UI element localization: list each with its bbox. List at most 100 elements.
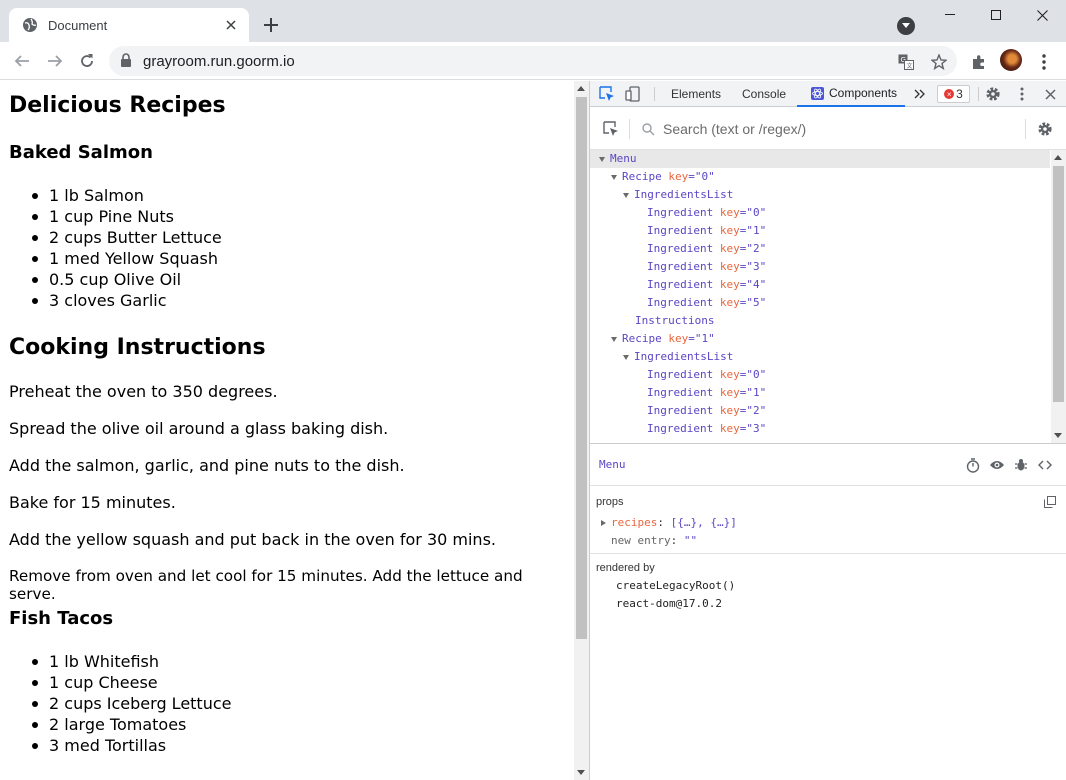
inspect-element-icon[interactable] <box>598 85 616 103</box>
scroll-thumb[interactable] <box>1053 166 1064 402</box>
recipe-title-1: Baked Salmon <box>9 142 153 163</box>
tab-search-icon[interactable] <box>897 17 915 35</box>
tree-node-recipe[interactable]: Recipe key="1" <box>590 330 1050 348</box>
minimize-icon[interactable] <box>927 0 973 30</box>
tab-strip: Document <box>0 0 1066 42</box>
error-count-badge[interactable]: × 3 <box>937 85 970 103</box>
devtools-more-icon[interactable] <box>1013 85 1031 103</box>
close-tab-icon[interactable] <box>223 17 239 33</box>
component-settings-gear-icon[interactable] <box>1036 120 1054 138</box>
divider <box>1025 119 1026 139</box>
view-source-icon[interactable] <box>1037 457 1053 473</box>
reload-icon[interactable] <box>77 51 97 71</box>
instruction-step: Preheat the oven to 350 degrees. <box>9 382 278 401</box>
tab-console[interactable]: Console <box>742 81 786 107</box>
instruction-step: Bake for 15 minutes. <box>9 493 176 512</box>
maximize-icon[interactable] <box>973 0 1019 30</box>
list-item: 1 med Yellow Squash <box>32 248 222 269</box>
expand-triangle-icon[interactable] <box>611 336 617 342</box>
eye-icon[interactable] <box>989 457 1005 473</box>
scroll-down-arrow-icon[interactable] <box>577 770 585 775</box>
recipe-title-2: Fish Tacos <box>9 608 114 629</box>
instruction-step: Add the salmon, garlic, and pine nuts to… <box>9 456 405 475</box>
expand-triangle-icon[interactable] <box>623 354 629 360</box>
tree-node-ingredient[interactable]: Ingredient key="5" <box>590 294 1050 312</box>
tree-scrollbar[interactable] <box>1051 150 1066 443</box>
ingredient-list-1: 1 lb Salmon 1 cup Pine Nuts 2 cups Butte… <box>32 185 222 311</box>
new-tab-icon[interactable] <box>261 15 281 35</box>
tree-node-menu[interactable]: Menu <box>590 150 1050 168</box>
page-scrollbar[interactable] <box>574 81 589 780</box>
expand-triangle-icon[interactable] <box>601 520 606 526</box>
ingredient-list-2: 1 lb Whitefish 1 cup Cheese 2 cups Icebe… <box>31 651 232 756</box>
tree-node-recipe[interactable]: Recipe key="0" <box>590 168 1050 186</box>
expand-triangle-icon[interactable] <box>611 174 617 180</box>
tab-title: Document <box>48 17 108 33</box>
scroll-up-arrow-icon[interactable] <box>1054 155 1062 160</box>
translate-icon[interactable]: G文 <box>897 53 915 71</box>
tab-elements[interactable]: Elements <box>671 81 721 107</box>
list-item: 2 cups Iceberg Lettuce <box>31 694 232 713</box>
rendered-by-label: rendered by <box>596 562 655 574</box>
react-icon <box>811 86 824 100</box>
tab-components[interactable]: Components <box>797 81 906 107</box>
list-item: 2 cups Butter Lettuce <box>32 228 222 247</box>
extensions-puzzle-icon[interactable] <box>969 52 989 72</box>
tree-node-ingredients-list[interactable]: IngredientsList <box>590 348 1050 366</box>
list-item: 1 lb Whitefish <box>31 651 231 672</box>
bookmark-star-icon[interactable] <box>930 53 948 71</box>
lock-icon[interactable] <box>120 53 134 69</box>
tab-divider <box>654 87 655 101</box>
svg-text:文: 文 <box>907 62 913 70</box>
forward-icon[interactable] <box>45 51 65 71</box>
address-bar[interactable]: grayroom.run.goorm.io G文 <box>109 46 957 76</box>
scroll-thumb[interactable] <box>576 97 587 639</box>
tree-node-ingredient[interactable]: Ingredient key="0" <box>590 366 1050 384</box>
url-text[interactable]: grayroom.run.goorm.io <box>143 53 295 70</box>
select-component-icon[interactable] <box>602 120 620 138</box>
device-toolbar-icon[interactable] <box>624 85 642 103</box>
tree-node-ingredient[interactable]: Ingredient key="1" <box>590 384 1050 402</box>
rendered-by-panel: rendered by createLegacyRoot() react-dom… <box>590 554 1066 780</box>
prop-row-new-entry[interactable]: new entry: "" <box>611 534 697 547</box>
list-item: 3 med Tortillas <box>31 735 231 756</box>
page-title: Delicious Recipes <box>9 93 226 118</box>
instruction-step: Spread the olive oil around a glass baki… <box>9 419 389 438</box>
scroll-up-arrow-icon[interactable] <box>577 86 585 91</box>
tree-node-ingredients-list[interactable]: IngredientsList <box>590 186 1050 204</box>
close-window-icon[interactable] <box>1019 0 1065 30</box>
copy-icon[interactable] <box>1042 494 1058 510</box>
search-icon <box>639 120 657 138</box>
tree-node-ingredient[interactable]: Ingredient key="3" <box>590 420 1050 438</box>
divider <box>629 119 630 139</box>
more-tabs-chevron-icon[interactable] <box>911 85 929 103</box>
profile-avatar[interactable] <box>1000 49 1022 71</box>
selected-component-header: Menu <box>590 443 1066 486</box>
browser-toolbar: grayroom.run.goorm.io G文 <box>0 42 1066 80</box>
prop-row-recipes[interactable]: recipes: [{…}, {…}] <box>601 516 737 529</box>
more-vert-icon[interactable] <box>1034 52 1054 72</box>
component-tree: Menu Recipe key="0" IngredientsList Ingr… <box>590 150 1066 443</box>
browser-tab-document[interactable]: Document <box>9 8 249 42</box>
bug-icon[interactable] <box>1013 457 1029 473</box>
tree-node-ingredient[interactable]: Ingredient key="4" <box>590 276 1050 294</box>
search-input[interactable]: Search (text or /regex/) <box>663 121 806 137</box>
list-item: 1 lb Salmon <box>32 185 222 206</box>
tree-node-ingredient[interactable]: Ingredient key="1" <box>590 222 1050 240</box>
tree-node-ingredient[interactable]: Ingredient key="2" <box>590 402 1050 420</box>
error-icon: × <box>944 89 955 99</box>
tree-node-ingredient[interactable]: Ingredient key="2" <box>590 240 1050 258</box>
expand-triangle-icon[interactable] <box>599 156 605 162</box>
scroll-down-arrow-icon[interactable] <box>1054 433 1062 438</box>
back-icon[interactable] <box>12 51 32 71</box>
list-item: 1 cup Pine Nuts <box>32 206 222 227</box>
stopwatch-icon[interactable] <box>965 457 981 473</box>
settings-gear-icon[interactable] <box>984 85 1002 103</box>
tree-node-ingredient[interactable]: Ingredient key="3" <box>590 258 1050 276</box>
devtools-tab-bar: Elements Console Components × 3 <box>590 81 1066 107</box>
close-devtools-icon[interactable] <box>1041 85 1059 103</box>
instructions-heading: Cooking Instructions <box>9 335 266 360</box>
tree-node-ingredient[interactable]: Ingredient key="0" <box>590 204 1050 222</box>
expand-triangle-icon[interactable] <box>623 192 629 198</box>
tree-node-instructions[interactable]: Instructions <box>590 312 1050 330</box>
